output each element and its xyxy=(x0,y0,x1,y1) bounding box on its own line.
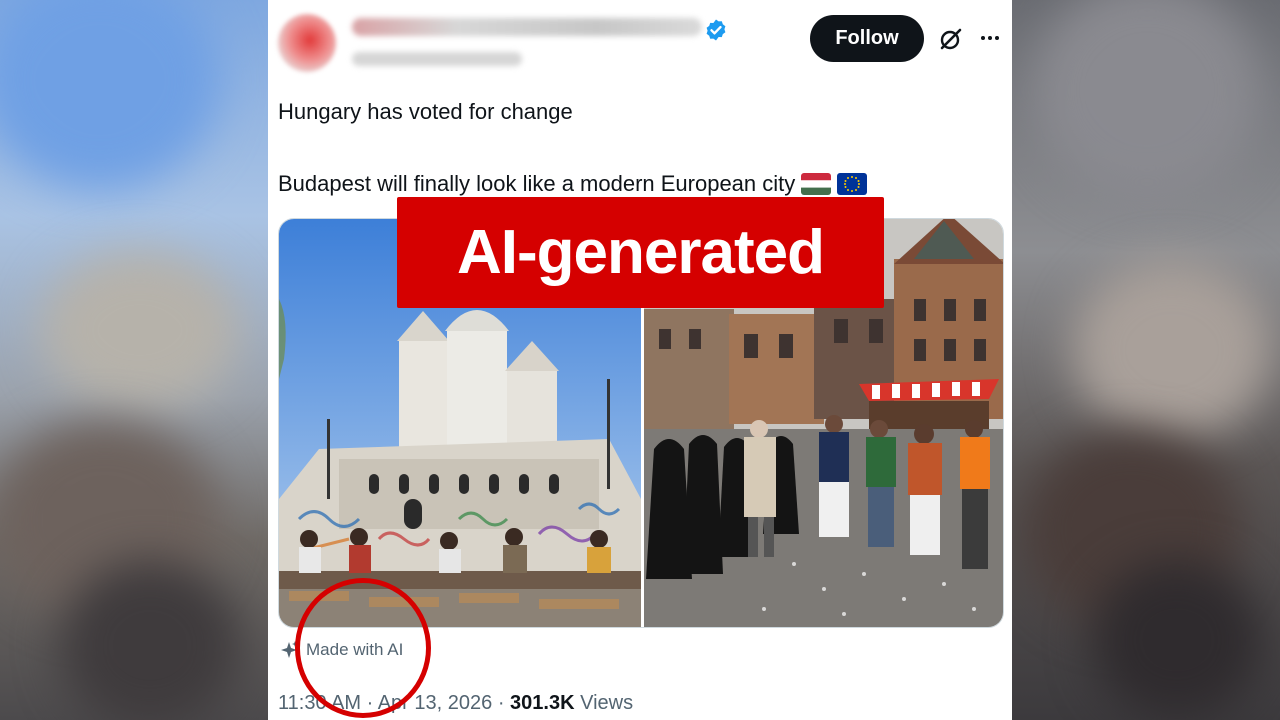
redacted-display-name[interactable] xyxy=(352,18,702,36)
redacted-handle[interactable] xyxy=(352,52,522,66)
tweet-text-line-1: Hungary has voted for change xyxy=(278,99,573,124)
grok-icon[interactable] xyxy=(938,26,964,52)
tweet-text-line-2-text: Budapest will finally look like a modern… xyxy=(278,171,796,196)
views-label: Views xyxy=(580,692,634,714)
verified-badge-icon xyxy=(706,19,726,41)
more-icon[interactable] xyxy=(978,26,1002,50)
tweet-text-line-2: Budapest will finally look like a modern… xyxy=(278,171,868,197)
tweet-header: Follow xyxy=(268,0,1012,90)
avatar[interactable] xyxy=(278,14,336,72)
highlight-circle xyxy=(295,578,431,718)
hungary-flag-icon xyxy=(801,173,832,195)
meta-separator: · xyxy=(497,692,505,714)
eu-flag-icon xyxy=(837,173,868,195)
follow-button[interactable]: Follow xyxy=(810,15,924,62)
blurred-background-right xyxy=(1012,0,1280,720)
views-count: 301.3K xyxy=(510,692,575,714)
ai-generated-banner: AI-generated xyxy=(397,197,884,308)
blurred-background-left xyxy=(0,0,268,720)
